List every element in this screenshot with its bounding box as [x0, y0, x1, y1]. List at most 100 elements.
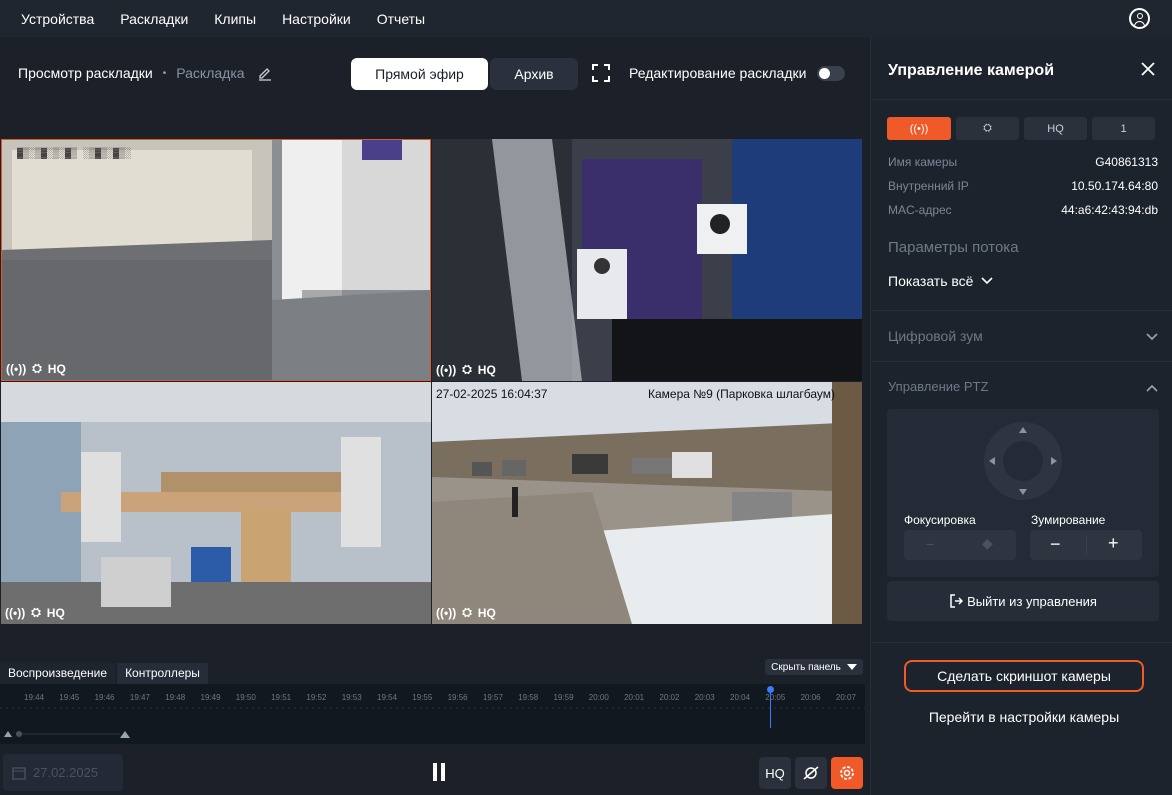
broadcast-icon: ((•)) — [5, 605, 26, 620]
hq-button[interactable]: HQ — [759, 757, 791, 789]
breadcrumb-separator: • — [162, 67, 167, 79]
tab-controllers[interactable]: Контроллеры — [117, 663, 208, 685]
stream-icon — [803, 766, 819, 780]
exit-icon — [950, 594, 964, 608]
broadcast-icon: ((•)) — [436, 605, 457, 620]
nav-layouts[interactable]: Раскладки — [120, 11, 188, 27]
ptz-controls: Фокусировка Зумирование − ◆ − + — [887, 409, 1159, 577]
chevron-down-icon — [981, 277, 994, 285]
pause-button[interactable] — [433, 763, 449, 781]
broadcast-icon: ((•)) — [436, 362, 457, 377]
camera-feed-image — [1, 382, 431, 624]
nav-settings[interactable]: Настройки — [282, 11, 351, 27]
seg-channel[interactable]: 1 — [1092, 117, 1155, 140]
focus-plus-button[interactable]: ◆ — [982, 535, 993, 552]
layout-name: Раскладка — [176, 65, 245, 81]
ip-row: Внутренний IP 10.50.174.64:80 — [888, 179, 1158, 193]
zoom-min-icon — [4, 731, 12, 737]
zoom-plus-button[interactable]: + — [1108, 533, 1119, 554]
triangle-down-icon — [846, 664, 857, 670]
fullscreen-icon[interactable] — [591, 63, 611, 83]
show-all-label: Показать всё — [888, 273, 974, 289]
date-field[interactable]: 27.02.2025 — [3, 754, 123, 791]
focus-control: − ◆ — [904, 530, 1016, 560]
camera-control-panel: Управление камерой ((•)) ⛭ HQ 1 Имя каме… — [870, 37, 1172, 795]
camera-name-label: Имя камеры — [888, 155, 958, 169]
focus-minus-button[interactable]: − — [926, 536, 934, 552]
panel-title: Управление камерой — [888, 62, 1055, 79]
pencil-icon[interactable] — [257, 65, 273, 81]
stream-params-heading: Параметры потока — [888, 239, 1019, 256]
hq-badge: HQ — [47, 361, 66, 376]
timeline[interactable]: 19:44 19:45 19:46 19:47 19:48 19:49 19:50 19:51… — [0, 684, 865, 744]
top-nav: Устройства Раскладки Клипы Настройки Отч… — [0, 0, 1172, 37]
nav-clips[interactable]: Клипы — [214, 11, 256, 27]
user-icon[interactable] — [1129, 8, 1150, 29]
hide-panel-button[interactable]: Скрыть панель — [765, 659, 863, 675]
show-all-toggle[interactable]: Показать всё — [888, 273, 994, 289]
page-title: Просмотр раскладки — [18, 65, 153, 81]
ip-value: 10.50.174.64:80 — [1071, 179, 1158, 193]
playback-tabs: Воспроизведение Контроллеры — [0, 663, 210, 685]
direction-arrows-icon — [989, 427, 1057, 495]
broadcast-icon: ((•)) — [909, 122, 929, 135]
camera-feed-image — [432, 139, 862, 381]
archive-button[interactable]: Архив — [490, 58, 578, 90]
camera-footer-4: ((•)) ⛭ HQ — [436, 605, 496, 620]
stream-icon[interactable] — [795, 757, 827, 789]
camera-feed-image: 27-02-2025 16:04:37 Камера №9 (Парковка … — [432, 382, 862, 624]
camera-osd-1: ▓▒░▒▓░▒░▓▒ ░▒▓▒░▓▒░ — [17, 147, 131, 160]
camera-footer-1: ((•)) ⛭ HQ — [6, 361, 66, 376]
broadcast-icon: ((•)) — [6, 361, 27, 376]
network-icon: ⛭ — [31, 605, 41, 619]
nav-devices[interactable]: Устройства — [21, 11, 94, 27]
chevron-down-icon[interactable] — [1146, 331, 1158, 343]
playback-controls: 27.02.2025 HQ — [0, 749, 870, 795]
camera-tile-1[interactable]: ▓▒░▒▓░▒░▓▒ ░▒▓▒░▓▒░ ((•)) ⛭ HQ — [1, 139, 431, 381]
camera-osd-name: Камера №9 (Парковка шлагбаум) — [648, 387, 835, 401]
zoom-slider-knob — [16, 731, 22, 737]
pause-icon — [433, 763, 437, 781]
camera-footer-2: ((•)) ⛭ HQ — [436, 362, 496, 377]
tab-playback[interactable]: Воспроизведение — [0, 663, 116, 685]
seg-hq[interactable]: HQ — [1024, 117, 1087, 140]
camera-tile-4[interactable]: 27-02-2025 16:04:37 Камера №9 (Парковка … — [432, 382, 862, 624]
exit-control-button[interactable]: Выйти из управления — [887, 581, 1159, 621]
chevron-up-icon[interactable] — [1146, 382, 1158, 394]
zoom-minus-button[interactable]: − — [1050, 534, 1061, 555]
hq-badge: HQ — [477, 362, 496, 377]
camera-name-row: Имя камеры G40861313 — [888, 155, 1158, 169]
timeline-scale — [0, 707, 865, 738]
hq-badge: HQ — [46, 605, 65, 620]
mac-row: MAC-адрес 44:a6:42:43:94:db — [888, 203, 1158, 217]
edit-layout-toggle[interactable] — [817, 66, 845, 81]
main-area: Просмотр раскладки • Раскладка Прямой эф… — [0, 37, 870, 795]
close-icon[interactable] — [1140, 61, 1156, 77]
camera-tile-2[interactable]: ((•)) ⛭ HQ — [432, 139, 862, 381]
gear-icon — [840, 766, 854, 780]
camera-name-value: G40861313 — [1095, 155, 1158, 169]
mac-value: 44:a6:42:43:94:db — [1061, 203, 1158, 217]
ptz-heading[interactable]: Управление PTZ — [888, 379, 988, 394]
camera-settings-link[interactable]: Перейти в настройки камеры — [904, 709, 1144, 725]
screenshot-button[interactable]: Сделать скриншот камеры — [904, 660, 1144, 692]
ptz-joystick[interactable] — [984, 422, 1062, 500]
zoom-control: − + — [1030, 530, 1142, 560]
zoom-label: Зумирование — [1031, 513, 1106, 527]
camera-tile-3[interactable]: ((•)) ⛭ HQ — [1, 382, 431, 624]
live-button[interactable]: Прямой эфир — [351, 58, 488, 90]
ip-label: Внутренний IP — [888, 179, 969, 193]
date-value: 27.02.2025 — [33, 765, 99, 780]
focus-label: Фокусировка — [904, 513, 976, 527]
exit-control-label: Выйти из управления — [967, 593, 1097, 609]
camera-feed-image: ▓▒░▒▓░▒░▓▒ ░▒▓▒░▓▒░ — [2, 140, 430, 380]
gear-button[interactable] — [831, 757, 863, 789]
hide-panel-label: Скрыть панель — [771, 661, 841, 673]
nav-reports[interactable]: Отчеты — [377, 11, 425, 27]
digital-zoom-heading[interactable]: Цифровой зум — [888, 328, 983, 344]
zoom-max-icon — [120, 731, 130, 738]
seg-network[interactable]: ⛭ — [956, 117, 1019, 140]
seg-broadcast[interactable]: ((•)) — [887, 117, 951, 140]
network-icon: ⛭ — [32, 361, 42, 375]
network-icon: ⛭ — [983, 122, 992, 134]
